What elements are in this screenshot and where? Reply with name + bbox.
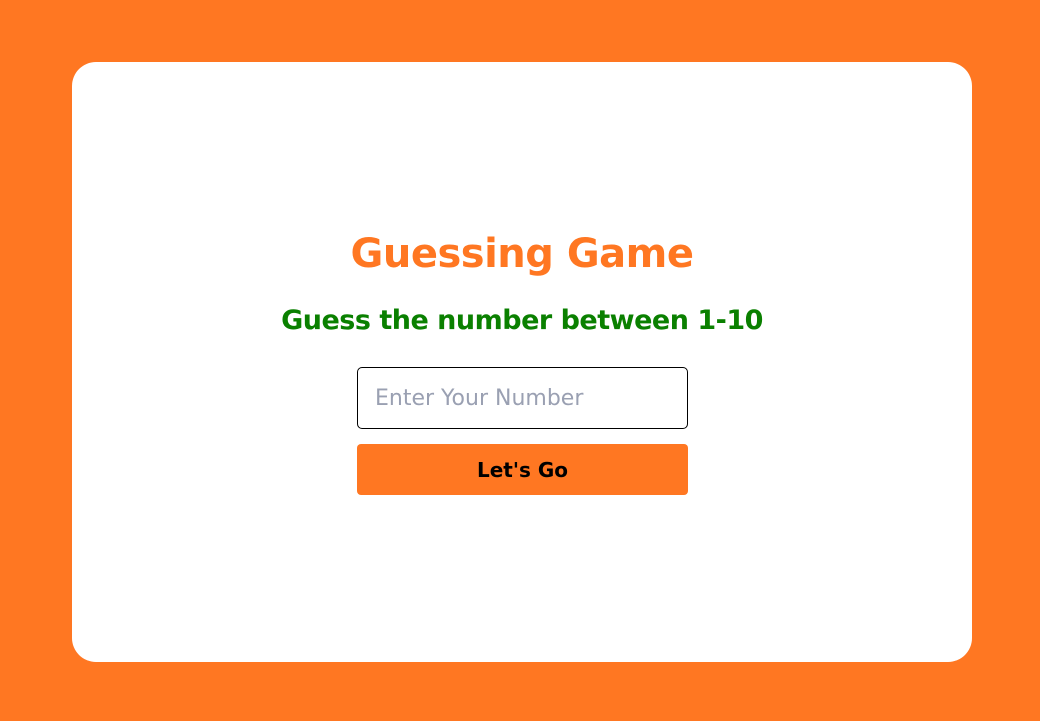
game-card: Guessing Game Guess the number between 1… <box>72 62 972 662</box>
game-title: Guessing Game <box>350 231 694 277</box>
lets-go-button[interactable]: Let's Go <box>357 444 688 495</box>
game-subtitle: Guess the number between 1-10 <box>281 305 763 336</box>
number-input[interactable] <box>357 367 688 429</box>
